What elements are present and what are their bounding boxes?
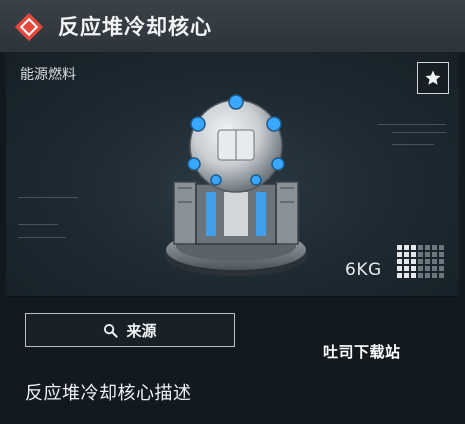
reactor-core-icon bbox=[164, 94, 308, 276]
rarity-diamond-icon bbox=[14, 12, 44, 42]
source-button[interactable]: 来源 bbox=[25, 313, 235, 347]
hud-line bbox=[392, 144, 434, 145]
search-icon bbox=[104, 323, 119, 338]
source-label: 来源 bbox=[126, 321, 157, 340]
item-title: 反应堆冷却核心 bbox=[58, 15, 212, 39]
star-icon bbox=[425, 70, 441, 85]
item-category: 能源燃料 bbox=[20, 67, 76, 83]
inventory-grid-icon bbox=[397, 245, 444, 278]
hud-line bbox=[18, 224, 58, 225]
item-display: 能源燃料 6KG bbox=[6, 52, 459, 297]
hud-line bbox=[18, 237, 66, 238]
description-title: 反应堆冷却核心描述 bbox=[25, 383, 192, 404]
hud-line bbox=[378, 124, 446, 125]
hud-line bbox=[18, 197, 78, 198]
item-header: 反应堆冷却核心 bbox=[0, 0, 465, 53]
hud-line bbox=[392, 132, 446, 133]
item-detail-panel: 反应堆冷却核心 能源燃料 6KG 来源 吐司下载站 反应堆冷却核心描述 bbox=[0, 0, 465, 424]
watermark-text: 吐司下载站 bbox=[323, 343, 401, 361]
favorite-button[interactable] bbox=[417, 62, 449, 94]
item-weight: 6KG bbox=[345, 260, 382, 280]
